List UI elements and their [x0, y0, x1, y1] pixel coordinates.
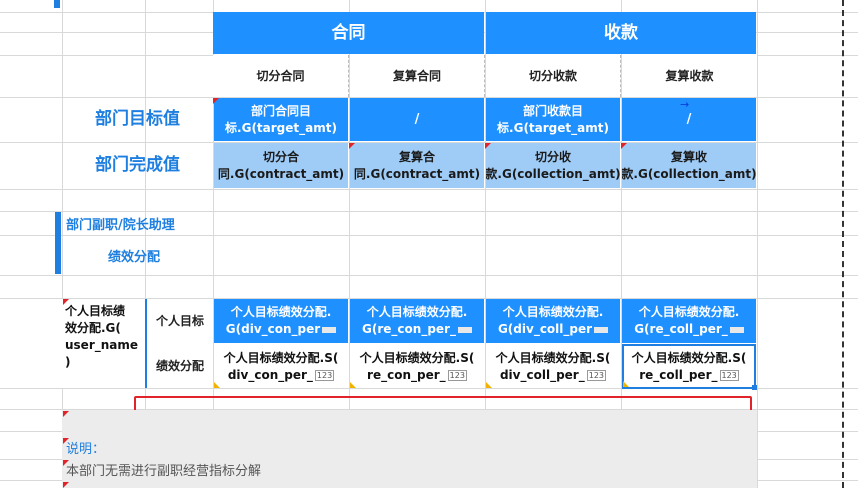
done-cell-2-text: 复算合同.G(contract_amt): [353, 149, 481, 181]
page-boundary: [842, 0, 844, 488]
comment-marker: [63, 482, 69, 488]
personal-g-cell-2-l1: 个人目标绩效分配.: [366, 305, 468, 319]
personal-left-line2: 效分配.G(: [65, 321, 121, 335]
personal-s-cell-1-l2: div_con_per_ 123: [227, 367, 335, 382]
personal-s-cell-2-l2: re_con_per_ 123: [367, 367, 467, 382]
column-marker: [54, 0, 60, 8]
section-subtitle[interactable]: 绩效分配: [108, 246, 160, 265]
done-cell-3[interactable]: 切分收款.G(collection_amt): [486, 143, 620, 188]
header-shoukuan[interactable]: 收款: [486, 12, 756, 54]
comment-marker: [621, 143, 627, 149]
comment-marker: [213, 98, 219, 104]
done-cell-2[interactable]: 复算合同.G(contract_amt): [350, 143, 484, 188]
personal-g-cell-2[interactable]: 个人目标绩效分配. G(re_con_per_: [350, 299, 484, 343]
row-label-target[interactable]: 部门目标值: [62, 97, 213, 142]
personal-g-cell-2-l2: G(re_con_per_: [362, 321, 472, 338]
done-cell-3-text: 切分收款.G(collection_amt): [486, 149, 620, 181]
personal-s-cell-4-l1: 个人目标绩效分配.S(: [631, 350, 747, 365]
comment-marker: [63, 411, 69, 417]
personal-perf-label[interactable]: 绩效分配: [147, 344, 213, 388]
done-cell-1[interactable]: 切分合同.G(contract_amt): [214, 143, 348, 188]
personal-g-cell-1-l1: 个人目标绩效分配.: [230, 305, 332, 319]
personal-s-cell-2-l1: 个人目标绩效分配.S(: [359, 350, 475, 365]
subheader-qiefen-hetong[interactable]: 切分合同: [213, 55, 349, 97]
personal-s-cell-1-l1: 个人目标绩效分配.S(: [223, 350, 339, 365]
selection-handle[interactable]: [752, 385, 757, 390]
personal-g-cell-3-l2: G(div_coll_per: [498, 321, 609, 338]
target-cell-4-text: /: [686, 112, 692, 127]
target-cell-1-text: 部门合同目标.G(target_amt): [225, 103, 337, 135]
personal-s-cell-3[interactable]: 个人目标绩效分配.S( div_coll_per_ 123: [486, 345, 620, 388]
formula-marker: [214, 382, 220, 388]
formula-marker: [486, 382, 492, 388]
personal-g-cell-3[interactable]: 个人目标绩效分配. G(div_coll_per: [486, 299, 620, 343]
personal-s-cell-1[interactable]: 个人目标绩效分配.S( div_con_per_ 123: [214, 345, 348, 388]
done-cell-4-text: 复算收款.G(collection_amt): [622, 149, 756, 181]
target-cell-2[interactable]: /: [350, 98, 484, 141]
comment-marker: [485, 143, 491, 149]
personal-g-cell-4-l2: G(re_coll_per_: [634, 321, 744, 338]
personal-g-cell-1-l2: G(div_con_per: [226, 321, 337, 338]
personal-left-cell[interactable]: 个人目标绩 效分配.G( user_name ): [62, 299, 145, 388]
personal-s-cell-4-l2: re_coll_per_ 123: [639, 367, 739, 382]
formula-marker: [350, 382, 356, 388]
personal-g-cell-4-l1: 个人目标绩效分配.: [638, 305, 740, 319]
personal-left-line4: ): [65, 355, 71, 369]
subheader-qiefen-shoukuan[interactable]: 切分收款: [486, 55, 621, 97]
personal-g-cell-3-l1: 个人目标绩效分配.: [502, 305, 604, 319]
target-cell-2-text: /: [414, 112, 420, 127]
personal-s-cell-2[interactable]: 个人目标绩效分配.S( re_con_per_ 123: [350, 345, 484, 388]
target-cell-1[interactable]: 部门合同目标.G(target_amt): [214, 98, 348, 141]
personal-s-cell-3-l1: 个人目标绩效分配.S(: [495, 350, 611, 365]
subheader-fusuan-hetong[interactable]: 复算合同: [350, 55, 485, 97]
notes-title[interactable]: 说明：: [66, 438, 105, 457]
comment-marker: [63, 299, 69, 305]
subheader-fusuan-shoukuan[interactable]: 复算收款: [622, 55, 757, 97]
done-cell-4[interactable]: 复算收款.G(collection_amt): [622, 143, 756, 188]
personal-s-cell-4[interactable]: 个人目标绩效分配.S( re_coll_per_ 123: [622, 344, 756, 389]
personal-s-cell-3-l2: div_coll_per_ 123: [499, 367, 607, 382]
done-cell-1-text: 切分合同.G(contract_amt): [217, 149, 345, 181]
section-title[interactable]: 部门副职/院长助理: [66, 214, 175, 233]
target-cell-3-text: 部门收款目标.G(target_amt): [497, 103, 609, 135]
personal-target-label[interactable]: 个人目标: [147, 299, 213, 344]
personal-left-line3: user_name: [65, 338, 139, 352]
notes-text[interactable]: 本部门无需进行副职经营指标分解: [66, 460, 261, 479]
section-side-bar: [55, 212, 61, 274]
arrow-right-icon: →: [680, 98, 690, 111]
header-hetong[interactable]: 合同: [213, 12, 484, 54]
comment-marker: [63, 460, 69, 466]
personal-g-cell-4[interactable]: 个人目标绩效分配. G(re_coll_per_: [622, 299, 756, 343]
formula-marker: [623, 381, 629, 387]
row-label-done[interactable]: 部门完成值: [62, 142, 213, 189]
personal-g-cell-1[interactable]: 个人目标绩效分配. G(div_con_per: [214, 299, 348, 343]
target-cell-3[interactable]: 部门收款目标.G(target_amt): [486, 98, 620, 141]
personal-left-line1: 个人目标绩: [65, 304, 126, 318]
comment-marker: [349, 143, 355, 149]
